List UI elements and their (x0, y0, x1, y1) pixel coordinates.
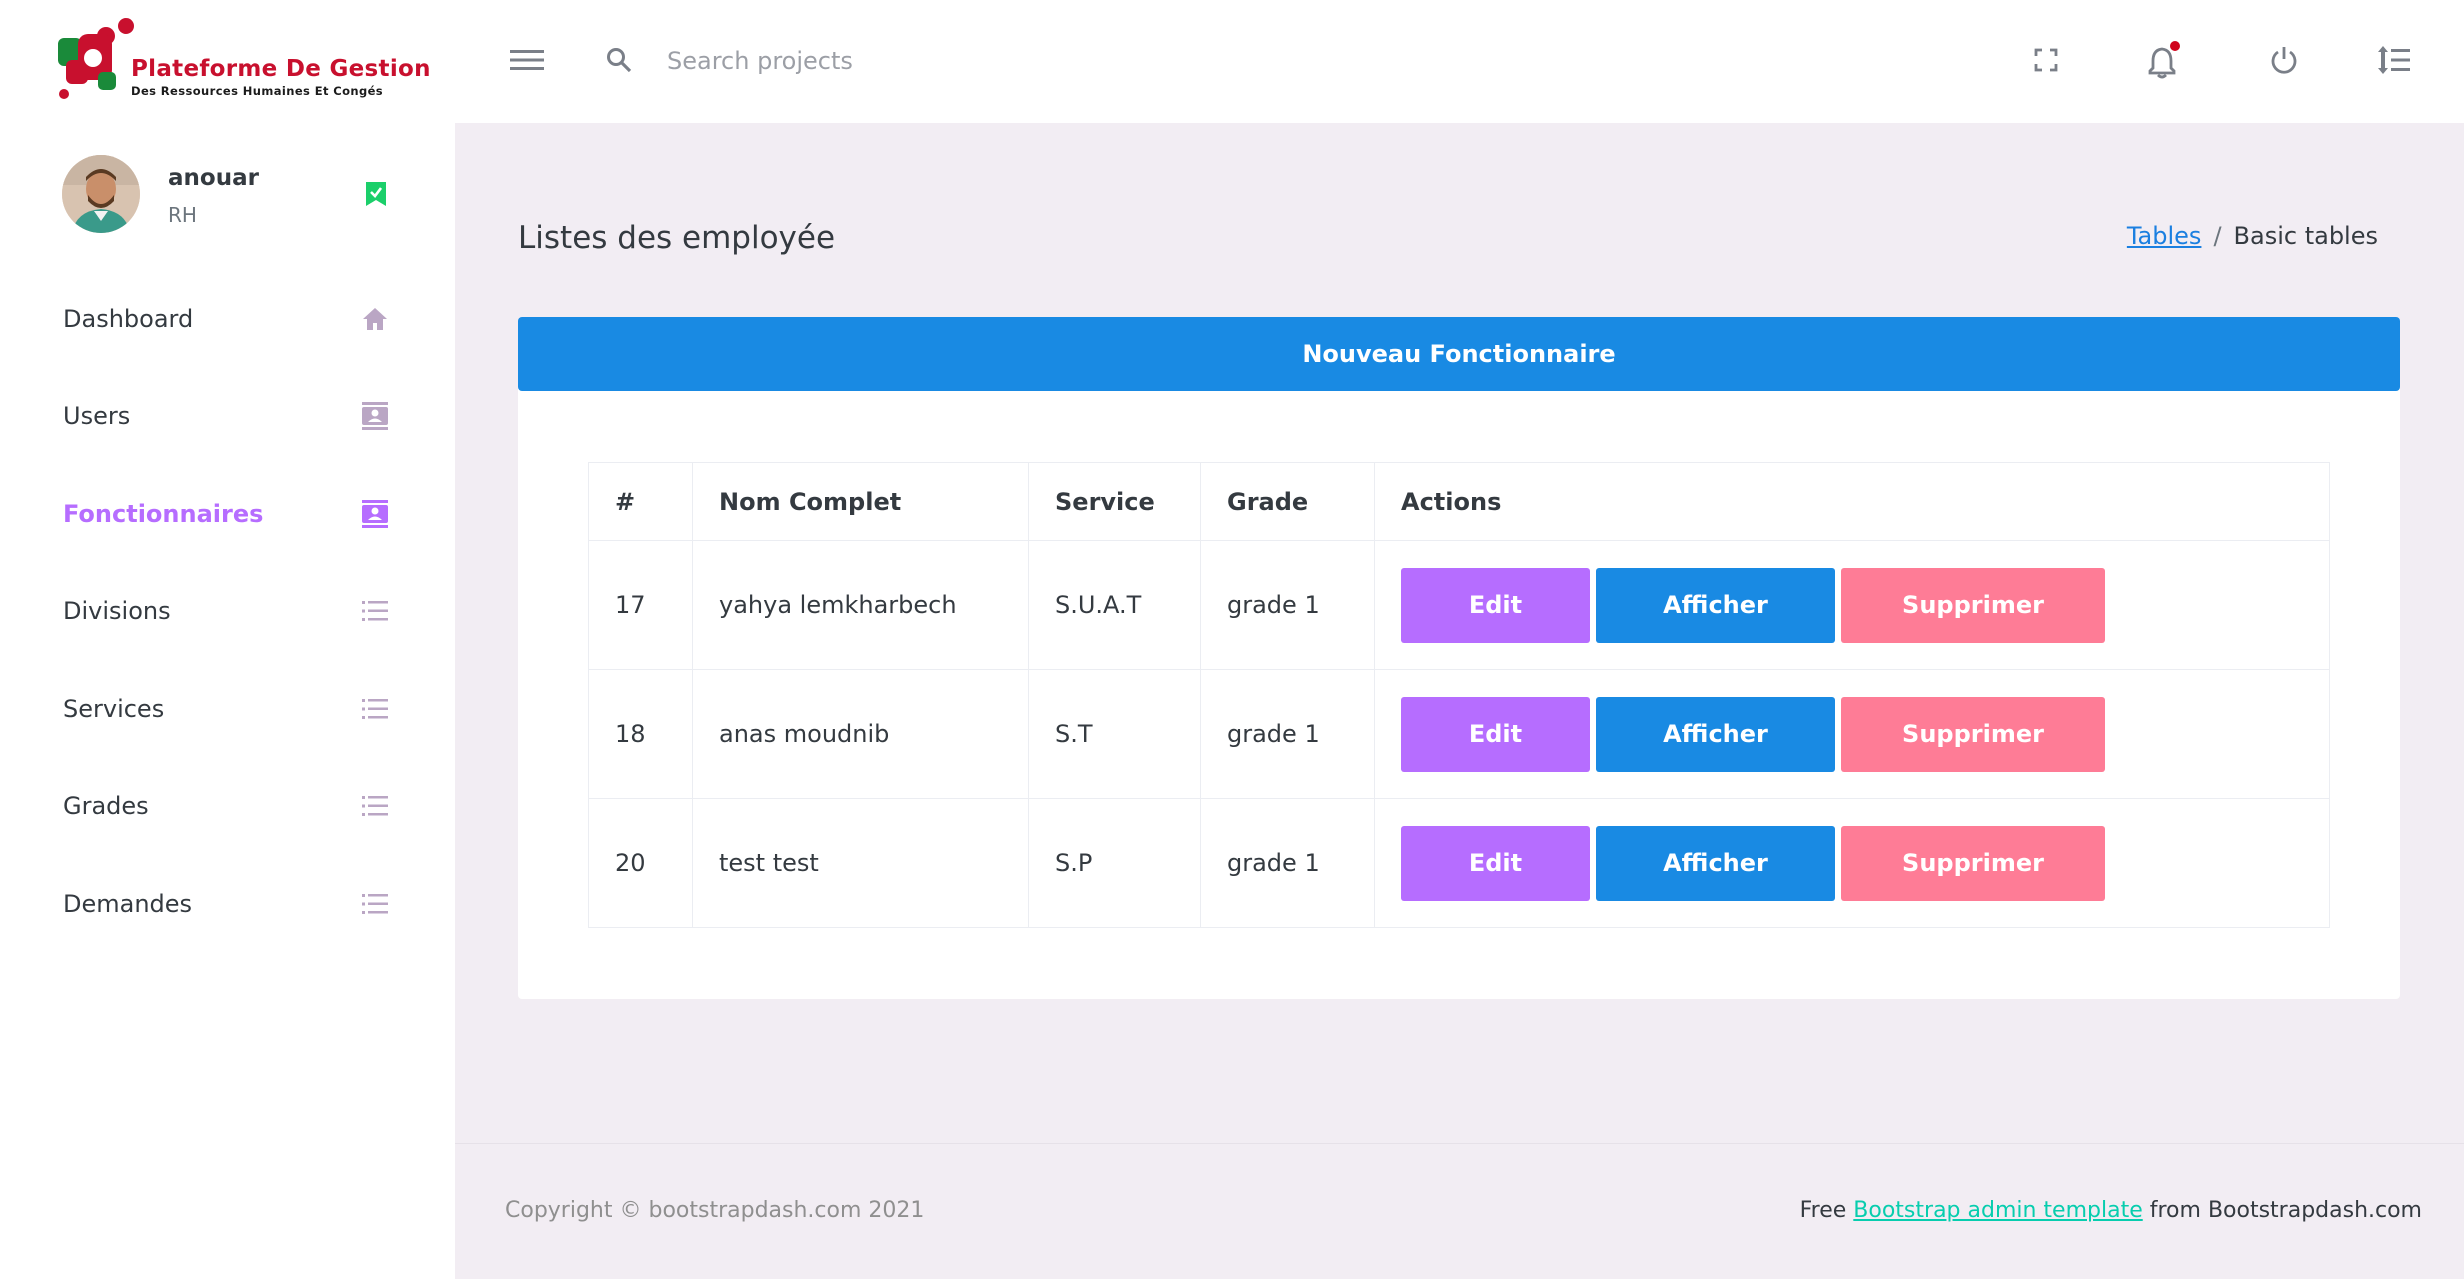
home-icon (360, 304, 390, 334)
breadcrumb-link-tables[interactable]: Tables (2127, 222, 2202, 250)
list-icon (360, 889, 390, 919)
search-icon[interactable] (599, 40, 639, 80)
sidebar-item-label: Grades (63, 792, 149, 821)
table-row: 17 yahya lemkharbech S.U.A.T grade 1 Edi… (588, 540, 2330, 670)
edit-button[interactable]: Edit (1401, 825, 1590, 901)
cell-id: 18 (588, 669, 693, 799)
page-title: Listes des employée (518, 220, 836, 256)
cell-name: test test (692, 798, 1029, 928)
column-header-service: Service (1028, 462, 1201, 541)
sidebar-item-demandes[interactable]: Demandes (0, 855, 455, 953)
sidebar-item-label: Services (63, 694, 165, 723)
breadcrumb-separator: / (2213, 222, 2222, 250)
cell-grade: grade 1 (1200, 669, 1375, 799)
cell-id: 20 (588, 798, 693, 928)
footer-copyright: Copyright © bootstrapdash.com 2021 (505, 1198, 925, 1223)
breadcrumb-current: Basic tables (2233, 222, 2378, 250)
employees-table: # Nom Complet Service Grade Actions 17 y… (588, 462, 2330, 928)
sidebar-item-label: Users (63, 402, 131, 431)
bookmark-check-icon (366, 182, 386, 206)
cell-actions: Edit Afficher Supprimer (1374, 540, 2330, 670)
footer-prefix: Free (1799, 1198, 1847, 1223)
afficher-button[interactable]: Afficher (1596, 696, 1835, 772)
cell-grade: grade 1 (1200, 540, 1375, 670)
menu-icon[interactable] (507, 40, 547, 80)
main-content: Listes des employée Tables / Basic tables … (455, 123, 2464, 1143)
brand-subtitle: Des Ressources Humaines Et Congés (131, 84, 384, 98)
sidebar-item-dashboard[interactable]: Dashboard (0, 270, 455, 368)
profile[interactable]: anouar RH (62, 155, 392, 239)
avatar-image (62, 155, 140, 233)
supprimer-button[interactable]: Supprimer (1841, 825, 2105, 901)
contacts-icon (360, 401, 390, 431)
format-line-spacing-icon[interactable] (2374, 40, 2414, 80)
cell-service: S.U.A.T (1028, 540, 1201, 670)
brand-title: Plateforme De Gestion (131, 56, 431, 82)
sidebar-item-label: Demandes (63, 889, 193, 918)
supprimer-button[interactable]: Supprimer (1841, 567, 2105, 643)
bell-icon[interactable] (2144, 40, 2184, 80)
column-header-actions: Actions (1374, 462, 2330, 541)
avatar (62, 155, 140, 233)
sidebar-item-label: Divisions (63, 597, 171, 626)
list-icon (360, 694, 390, 724)
contacts-icon (360, 499, 390, 529)
sidebar-item-grades[interactable]: Grades (0, 758, 455, 856)
footer-suffix: from Bootstrapdash.com (2149, 1198, 2422, 1223)
sidebar-item-services[interactable]: Services (0, 660, 455, 758)
column-header-grade: Grade (1200, 462, 1375, 541)
footer-credits: Free Bootstrap admin template from Boots… (1800, 1198, 2422, 1223)
cell-grade: grade 1 (1200, 798, 1375, 928)
edit-button[interactable]: Edit (1401, 696, 1590, 772)
table-header-row: # Nom Complet Service Grade Actions (588, 462, 2330, 541)
sidebar-nav: Dashboard Users Fonctionnaires Divisions… (0, 270, 455, 953)
sidebar: Plateforme De Gestion Des Ressources Hum… (0, 0, 455, 1279)
supprimer-button[interactable]: Supprimer (1841, 696, 2105, 772)
search-input[interactable] (665, 38, 1185, 84)
list-icon (360, 596, 390, 626)
cell-service: S.T (1028, 669, 1201, 799)
cell-actions: Edit Afficher Supprimer (1374, 798, 2330, 928)
cell-name: yahya lemkharbech (692, 540, 1029, 670)
footer-template-link[interactable]: Bootstrap admin template (1853, 1198, 2142, 1223)
topbar (455, 0, 2464, 123)
cell-name: anas moudnib (692, 669, 1029, 799)
sidebar-item-fonctionnaires[interactable]: Fonctionnaires (0, 465, 455, 563)
profile-role: RH (168, 203, 197, 227)
cell-service: S.P (1028, 798, 1201, 928)
list-icon (360, 791, 390, 821)
cell-id: 17 (588, 540, 693, 670)
table-row: 20 test test S.P grade 1 Edit Afficher Sup… (588, 798, 2330, 928)
footer: Copyright © bootstrapdash.com 2021 Free … (455, 1143, 2464, 1279)
afficher-button[interactable]: Afficher (1596, 567, 1835, 643)
sidebar-item-users[interactable]: Users (0, 368, 455, 466)
brand-logo[interactable]: Plateforme De Gestion Des Ressources Hum… (56, 16, 430, 106)
breadcrumb: Tables / Basic tables (2127, 222, 2378, 250)
power-icon[interactable] (2264, 40, 2304, 80)
cell-actions: Edit Afficher Supprimer (1374, 669, 2330, 799)
profile-name: anouar (168, 165, 259, 191)
fullscreen-icon[interactable] (2026, 40, 2066, 80)
column-header-id: # (588, 462, 693, 541)
new-fonctionnaire-button[interactable]: Nouveau Fonctionnaire (518, 317, 2400, 391)
afficher-button[interactable]: Afficher (1596, 825, 1835, 901)
column-header-name: Nom Complet (692, 462, 1029, 541)
employees-card: Nouveau Fonctionnaire # Nom Complet Serv… (518, 317, 2400, 999)
edit-button[interactable]: Edit (1401, 567, 1590, 643)
sidebar-item-label: Dashboard (63, 304, 194, 333)
table-row: 18 anas moudnib S.T grade 1 Edit Afficher… (588, 669, 2330, 799)
sidebar-item-label: Fonctionnaires (63, 499, 264, 528)
sidebar-item-divisions[interactable]: Divisions (0, 563, 455, 661)
